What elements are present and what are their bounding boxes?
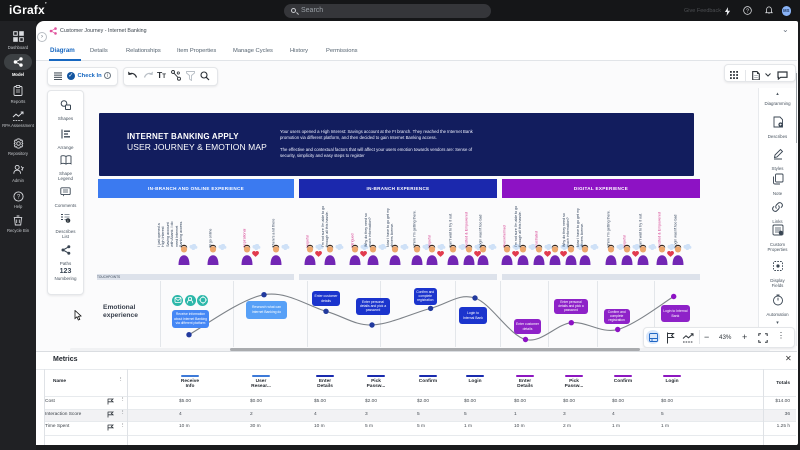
svg-text:?: ? — [16, 194, 20, 200]
svg-text:?: ? — [746, 8, 749, 14]
